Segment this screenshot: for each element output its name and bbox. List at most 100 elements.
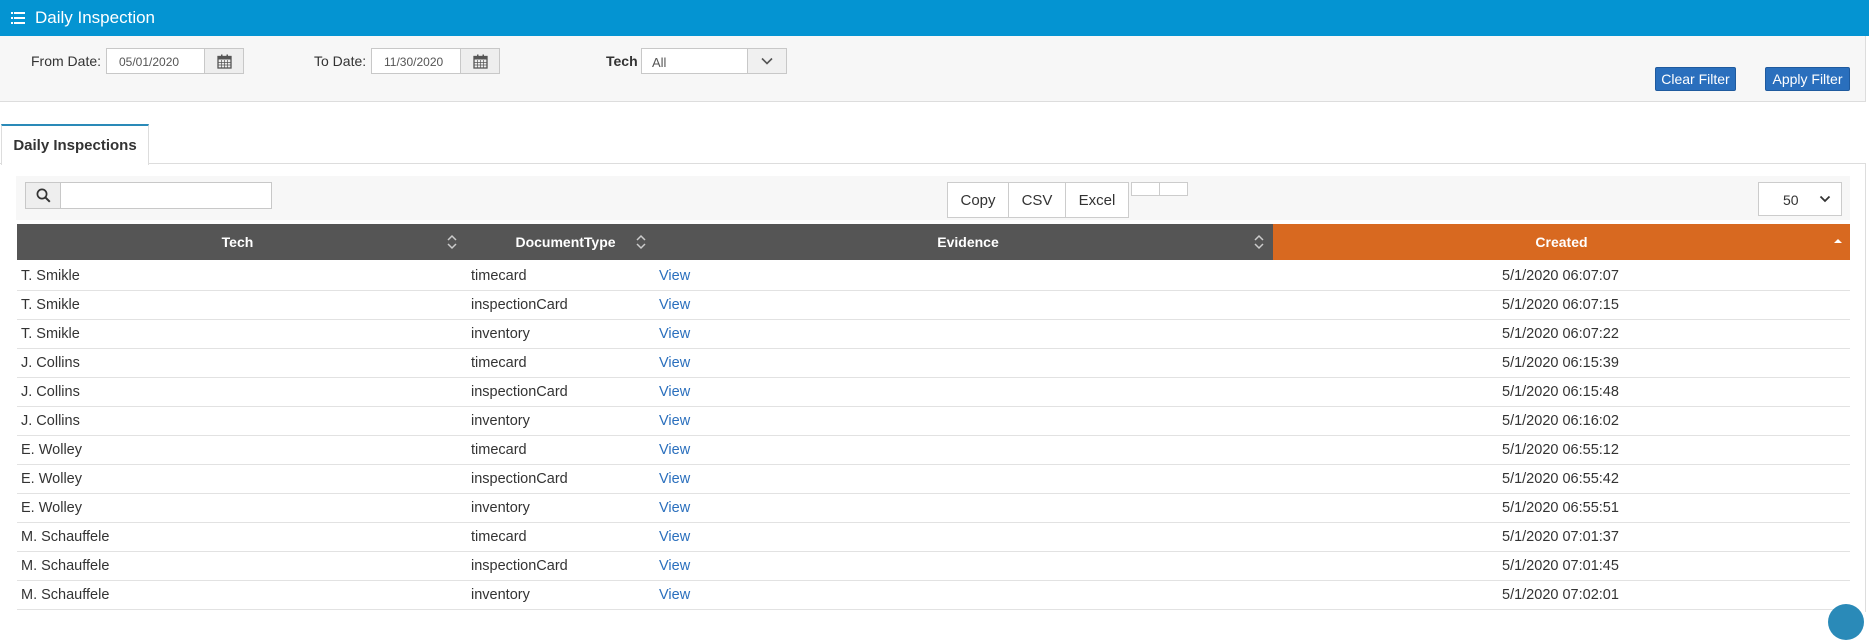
search-button[interactable]	[25, 182, 61, 209]
cell-tech: T. Smikle	[21, 268, 80, 284]
cell-created: 5/1/2020 06:55:12	[1502, 442, 1619, 458]
cell-tech: T. Smikle	[21, 297, 80, 313]
view-link[interactable]: View	[659, 471, 690, 487]
tech-filter-label: Tech	[606, 53, 638, 69]
to-date-label: To Date:	[314, 53, 367, 69]
list-icon[interactable]	[11, 12, 25, 24]
view-link[interactable]: View	[659, 297, 690, 313]
cell-tech: M. Schauffele	[21, 587, 110, 603]
table-toolbar	[16, 176, 1850, 220]
excel-button[interactable]: Excel	[1065, 182, 1129, 218]
page-length-select[interactable]: 50	[1758, 182, 1842, 216]
cell-tech: E. Wolley	[21, 500, 82, 516]
search-icon	[36, 188, 51, 203]
csv-button[interactable]: CSV	[1008, 182, 1066, 218]
tab-daily-inspections[interactable]: Daily Inspections	[1, 124, 149, 165]
table-row: M. Schauffele inspectionCard View 5/1/2020 …	[17, 552, 1850, 581]
cell-created: 5/1/2020 06:55:42	[1502, 471, 1619, 487]
tech-select-toggle[interactable]	[747, 48, 787, 74]
apply-filter-button[interactable]: Apply Filter	[1765, 67, 1850, 91]
view-link[interactable]: View	[659, 326, 690, 342]
column-header-created[interactable]: Created	[1273, 224, 1850, 260]
to-date-calendar-button[interactable]	[460, 48, 500, 74]
chevron-down-icon	[761, 57, 773, 65]
cell-document-type: inspectionCard	[471, 297, 568, 313]
column-header-evidence[interactable]: Evidence	[657, 224, 1279, 260]
from-date-input[interactable]: 05/01/2020	[106, 48, 206, 74]
chevron-down-icon	[1819, 195, 1831, 203]
cell-document-type: inspectionCard	[471, 384, 568, 400]
table-row: E. Wolley inventory View 5/1/2020 06:55:51	[17, 494, 1850, 523]
cell-document-type: timecard	[471, 268, 527, 284]
sort-icon	[636, 234, 646, 250]
cell-document-type: timecard	[471, 355, 527, 371]
cell-tech: J. Collins	[21, 355, 80, 371]
cell-created: 5/1/2020 07:02:01	[1502, 587, 1619, 603]
export-extra-button[interactable]	[1159, 182, 1188, 196]
cell-tech: M. Schauffele	[21, 558, 110, 574]
cell-created: 5/1/2020 06:07:15	[1502, 297, 1619, 313]
from-date-calendar-button[interactable]	[204, 48, 244, 74]
column-header-tech[interactable]: Tech	[17, 224, 458, 260]
cell-document-type: inspectionCard	[471, 471, 568, 487]
cell-tech: E. Wolley	[21, 471, 82, 487]
cell-created: 5/1/2020 07:01:37	[1502, 529, 1619, 545]
cell-document-type: inventory	[471, 587, 530, 603]
view-link[interactable]: View	[659, 413, 690, 429]
from-date-label: From Date:	[31, 53, 102, 69]
cell-document-type: inventory	[471, 500, 530, 516]
to-date-input[interactable]: 11/30/2020	[371, 48, 461, 74]
sort-asc-icon	[1834, 239, 1842, 243]
cell-created: 5/1/2020 06:15:39	[1502, 355, 1619, 371]
table-row: J. Collins timecard View 5/1/2020 06:15:39	[17, 349, 1850, 378]
app-header: Daily Inspection	[0, 0, 1869, 36]
help-button[interactable]	[1828, 604, 1864, 640]
copy-button[interactable]: Copy	[947, 182, 1009, 218]
table-row: T. Smikle inventory View 5/1/2020 06:07:22	[17, 320, 1850, 349]
view-link[interactable]: View	[659, 587, 690, 603]
clear-filter-button[interactable]: Clear Filter	[1655, 67, 1736, 91]
table-row: T. Smikle inspectionCard View 5/1/2020 06:0…	[17, 291, 1850, 320]
table-row: M. Schauffele timecard View 5/1/2020 07:01:…	[17, 523, 1850, 552]
filter-bar	[0, 36, 1866, 102]
cell-document-type: inspectionCard	[471, 558, 568, 574]
table-header: Tech DocumentType Evidence Created	[17, 224, 1850, 260]
table-row: T. Smikle timecard View 5/1/2020 06:07:07	[17, 262, 1850, 291]
cell-tech: T. Smikle	[21, 326, 80, 342]
export-buttons: Copy CSV Excel	[947, 182, 1129, 218]
table-row: M. Schauffele inventory View 5/1/2020 07:02…	[17, 581, 1850, 610]
table-row: E. Wolley inspectionCard View 5/1/2020 06:5…	[17, 465, 1850, 494]
cell-tech: J. Collins	[21, 384, 80, 400]
calendar-icon	[472, 54, 488, 69]
cell-created: 5/1/2020 06:55:51	[1502, 500, 1619, 516]
cell-document-type: timecard	[471, 529, 527, 545]
cell-tech: E. Wolley	[21, 442, 82, 458]
view-link[interactable]: View	[659, 384, 690, 400]
cell-document-type: inventory	[471, 326, 530, 342]
view-link[interactable]: View	[659, 558, 690, 574]
sort-icon	[1254, 234, 1264, 250]
table-row: E. Wolley timecard View 5/1/2020 06:55:12	[17, 436, 1850, 465]
view-link[interactable]: View	[659, 355, 690, 371]
cell-created: 5/1/2020 07:01:45	[1502, 558, 1619, 574]
cell-document-type: inventory	[471, 413, 530, 429]
sort-icon	[447, 234, 457, 250]
cell-document-type: timecard	[471, 442, 527, 458]
cell-created: 5/1/2020 06:07:07	[1502, 268, 1619, 284]
view-link[interactable]: View	[659, 268, 690, 284]
page-length-value: 50	[1783, 192, 1799, 208]
table-row: J. Collins inventory View 5/1/2020 06:16:02	[17, 407, 1850, 436]
export-extra-button[interactable]	[1131, 182, 1160, 196]
cell-created: 5/1/2020 06:15:48	[1502, 384, 1619, 400]
page-title: Daily Inspection	[35, 8, 156, 27]
view-link[interactable]: View	[659, 529, 690, 545]
cell-created: 5/1/2020 06:16:02	[1502, 413, 1619, 429]
search-input[interactable]	[60, 182, 272, 209]
view-link[interactable]: View	[659, 442, 690, 458]
cell-tech: M. Schauffele	[21, 529, 110, 545]
calendar-icon	[216, 54, 232, 69]
view-link[interactable]: View	[659, 500, 690, 516]
tech-select[interactable]: All	[641, 48, 749, 74]
tab-strip: Daily Inspections	[0, 124, 1866, 165]
cell-tech: J. Collins	[21, 413, 80, 429]
